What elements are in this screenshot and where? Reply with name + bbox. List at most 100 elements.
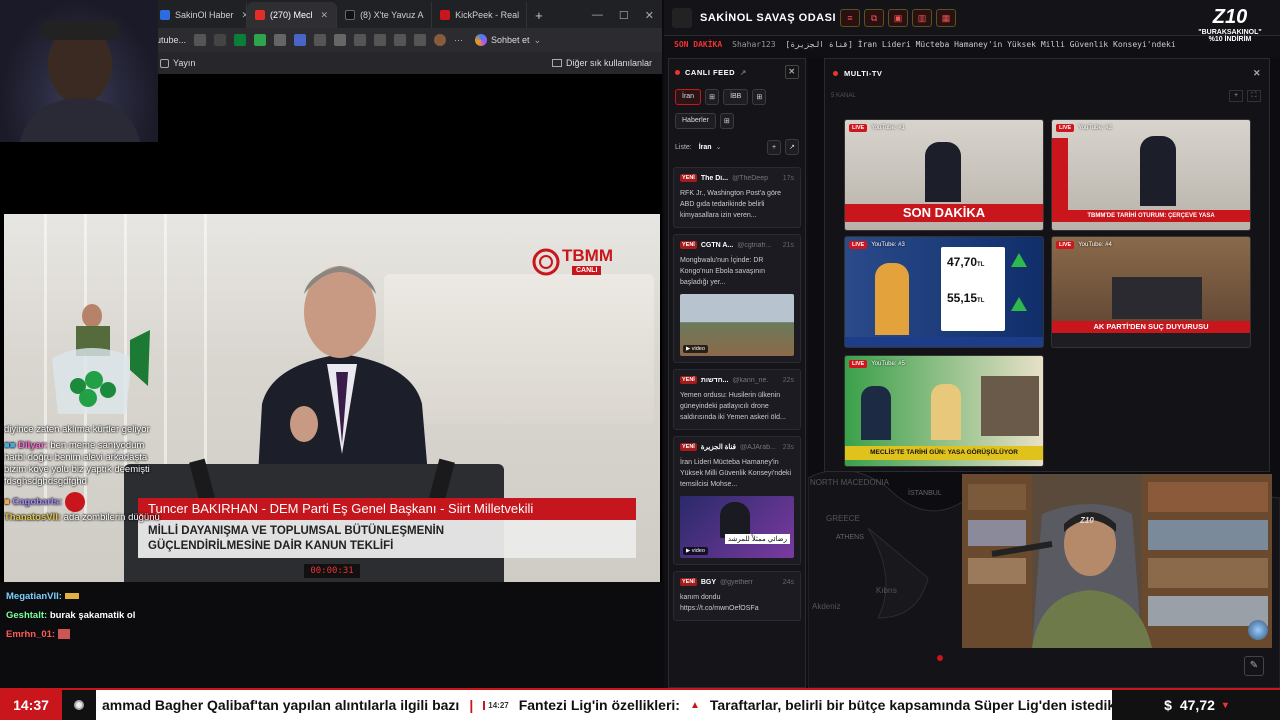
tab-kickpeek[interactable]: KickPeek - Real✕	[432, 2, 528, 28]
tab-search-icon[interactable]	[194, 34, 207, 46]
filter-chip-iran[interactable]: İran	[675, 89, 702, 105]
bookmark-yayin[interactable]: Yayın	[160, 58, 195, 68]
copilot-chat-button[interactable]: Sohbet et ⌄	[475, 34, 541, 46]
chat-sticker	[30, 300, 152, 416]
logo-text: TBMM	[562, 246, 613, 265]
star-icon[interactable]	[214, 34, 227, 46]
new-tab-button[interactable]: +	[527, 2, 551, 28]
grid-button[interactable]: ▦	[936, 8, 957, 27]
extension-icon[interactable]	[274, 34, 287, 46]
feed-media[interactable]: رضائي ممثلاً للمرشد ▶ video	[680, 496, 794, 558]
window-close-button[interactable]: ✕	[645, 9, 654, 22]
page-icon	[160, 58, 169, 68]
rate-unit: TL	[977, 262, 985, 268]
feed-media[interactable]: ▶ video	[680, 294, 794, 356]
chevron-down-icon: ⌄	[533, 34, 542, 45]
tv-tile-4[interactable]: LIVE YouTube: #4 AK PARTİ'DEN SUÇ DUYURUS…	[1051, 236, 1251, 348]
minimize-button[interactable]: —	[592, 9, 603, 21]
list-select[interactable]: İran	[699, 144, 712, 151]
extension-icon[interactable]	[314, 34, 327, 46]
subject-banner: MİLLİ DAYANIŞMA VE TOPLUMSAL BÜTÜNLEŞMEN…	[138, 520, 636, 558]
rate-value: 47,70	[947, 255, 978, 269]
badge-icon: ■■	[4, 440, 19, 451]
grid-icon[interactable]: ⊞	[719, 113, 734, 129]
menu-button[interactable]: ≡	[840, 8, 861, 27]
collections-icon[interactable]	[394, 34, 407, 46]
tv-strip	[1052, 333, 1250, 347]
live-badge: LIVE	[1056, 124, 1075, 132]
split-icon[interactable]	[354, 34, 367, 46]
ticker-arrow-icon: ▲	[689, 699, 700, 711]
feed-source: BGY	[700, 578, 717, 586]
url-text[interactable]: utube...	[156, 35, 186, 45]
add-channel-button[interactable]: +	[1229, 90, 1243, 102]
extension-icon[interactable]	[254, 34, 267, 46]
map-label: ATHENS	[836, 534, 864, 541]
grid-icon[interactable]: ⊞	[752, 89, 767, 105]
host-thumbnail	[931, 384, 961, 440]
speaker-thumbnail	[1140, 136, 1176, 206]
refresh-icon[interactable]	[334, 34, 347, 46]
avatar[interactable]	[434, 34, 447, 46]
add-list-button[interactable]: +	[767, 139, 781, 155]
tv-tile-5[interactable]: LIVE YouTube: #5 MECLİS'TE TARİHİ GÜN: YA…	[844, 355, 1044, 467]
tab-sakinol[interactable]: SakinOl Haber✕	[152, 2, 247, 28]
microphone	[429, 458, 455, 502]
favorites-icon[interactable]	[374, 34, 387, 46]
webcam-overlay	[0, 0, 158, 142]
extension-icon[interactable]	[234, 34, 247, 46]
rss-button[interactable]: ⧉	[864, 8, 885, 27]
feed-source: The Di...	[700, 174, 729, 182]
feed-item[interactable]: YENİ قناة الجزيرة @AJArab... 23s İran Lider…	[673, 436, 801, 565]
filter-chip-haberler[interactable]: Haberler	[675, 113, 716, 129]
ticker-item: Taraftarlar, belirli bir bütçe kapsamınd…	[709, 697, 1112, 713]
side-banner	[1052, 138, 1068, 210]
feed-close-button[interactable]: ✕	[785, 65, 799, 79]
tab-label: KickPeek - Real	[455, 10, 520, 20]
multi-tv-close-button[interactable]: ✕	[1253, 68, 1261, 79]
globe-icon[interactable]	[1248, 620, 1268, 640]
feed-item[interactable]: YENİ CGTN A... @cgtnafr... 21s Mongbwalu'nu…	[673, 234, 801, 363]
copilot-icon	[475, 34, 488, 46]
tv-label: LIVE YouTube: #1	[849, 124, 905, 132]
feed-filter-row: İran ⊞ İBB ⊞	[669, 85, 805, 109]
ticker-record-icon	[62, 690, 96, 720]
popout-icon[interactable]: ↗	[740, 68, 747, 77]
filter-chip-ibb[interactable]: İBB	[723, 89, 749, 105]
grid-icon[interactable]: ⊞	[705, 89, 720, 105]
chat-text: diyince zaten aklıma kürtler geliyor	[4, 424, 150, 435]
tv-button[interactable]: ▣	[888, 8, 909, 27]
feed-item[interactable]: YENİ BGY @gyetherr 24s kanım dondu https://…	[673, 571, 801, 621]
chart-button[interactable]: ▥	[912, 8, 933, 27]
more-icon[interactable]: ···	[454, 35, 463, 45]
tab-youtube[interactable]: (270) Mecl ✕	[247, 2, 338, 28]
close-icon[interactable]: ✕	[321, 10, 329, 21]
ticker-clock: 14:37	[0, 690, 62, 720]
tv-tile-2[interactable]: LIVE YouTube: #2 TBMM'DE TARİHİ OTURUM: Ç…	[1051, 119, 1251, 231]
feed-item[interactable]: YENİ חדשות... @kann_ne... 22s Yemen ordusu:…	[673, 369, 801, 430]
feed-item-header: YENİ CGTN A... @cgtnafr... 21s	[680, 241, 794, 249]
fullscreen-button[interactable]: ⛶	[1247, 90, 1261, 102]
extension-icon[interactable]	[294, 34, 307, 46]
tv-label: LIVE YouTube: #4	[1056, 241, 1112, 249]
other-favorites[interactable]: Diğer sık kullanılanlar	[551, 58, 662, 68]
tv-source: YouTube: #2	[1078, 125, 1112, 131]
maximize-button[interactable]: ☐	[619, 9, 629, 22]
feed-time: 22s	[782, 376, 794, 384]
map-label: NORTH MACEDONIA	[810, 478, 889, 487]
feed-item-header: YENİ قناة الجزيرة @AJArab... 23s	[680, 443, 794, 451]
open-list-button[interactable]: ↗	[785, 139, 799, 155]
tv-tile-1[interactable]: LIVE YouTube: #1 SON DAKİKA	[844, 119, 1044, 231]
tab-x[interactable]: (8) X'te Yavuz A✕	[337, 2, 433, 28]
rate-board: 47,70TL 55,15TL	[941, 247, 1005, 331]
chevron-down-icon[interactable]: ⌄	[716, 143, 722, 151]
edit-icon[interactable]: ✎	[1244, 656, 1264, 676]
feed-header: CANLI FEED ↗ ✕	[669, 59, 805, 85]
feed-item[interactable]: YENİThe Di...@TheDeepD... 17s RFK Jr., Wa…	[673, 167, 801, 228]
live-dot-icon	[675, 69, 680, 75]
chat-message: ■ Cagobarls:	[4, 492, 164, 512]
chat-username: MegatianVII:	[6, 591, 62, 602]
emote-icon	[64, 492, 85, 512]
performance-icon[interactable]	[414, 34, 427, 46]
tv-tile-3[interactable]: LIVE YouTube: #3 47,70TL 55,15TL	[844, 236, 1044, 348]
